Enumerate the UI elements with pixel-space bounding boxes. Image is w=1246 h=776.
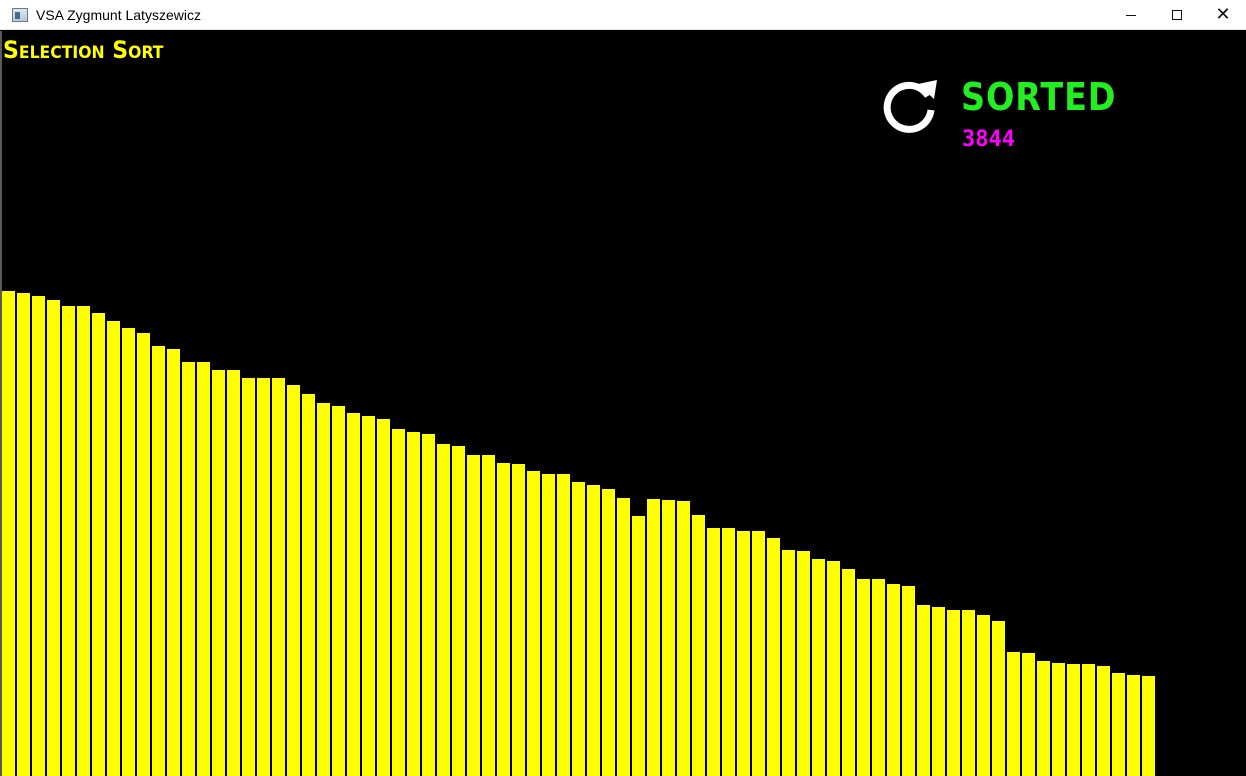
bar	[287, 385, 300, 776]
window-controls: ✕	[1108, 0, 1246, 30]
bar	[272, 378, 285, 776]
bar	[152, 346, 165, 776]
bar	[677, 501, 690, 776]
bar	[707, 528, 720, 776]
bar	[857, 579, 870, 776]
bar	[602, 489, 615, 776]
bar	[992, 621, 1005, 776]
bar	[887, 584, 900, 776]
bar	[782, 550, 795, 776]
bar	[752, 531, 765, 776]
maximize-icon	[1172, 10, 1182, 20]
bar	[767, 538, 780, 776]
bar	[482, 455, 495, 776]
bar	[587, 485, 600, 776]
bar	[212, 370, 225, 776]
bar	[977, 615, 990, 776]
bar	[1022, 653, 1035, 776]
bar	[527, 471, 540, 776]
bar	[437, 444, 450, 776]
bar	[302, 394, 315, 776]
bar	[422, 434, 435, 776]
bar	[1037, 661, 1050, 776]
bar	[902, 586, 915, 776]
bar	[962, 610, 975, 776]
sort-status: SORTED	[961, 75, 1117, 119]
minimize-icon	[1126, 14, 1136, 16]
bar	[332, 406, 345, 776]
bar	[2, 291, 15, 776]
window-titlebar: VSA Zygmunt Latyszewicz ✕	[0, 0, 1246, 30]
bar	[632, 516, 645, 776]
close-icon: ✕	[1215, 4, 1231, 25]
close-button[interactable]: ✕	[1200, 0, 1246, 30]
refresh-icon	[883, 80, 937, 133]
bar	[692, 515, 705, 776]
bar	[647, 499, 660, 776]
bar	[542, 474, 555, 776]
bar	[1007, 652, 1020, 776]
bar	[872, 579, 885, 776]
bar	[1127, 675, 1140, 776]
bar	[1142, 676, 1155, 776]
bar	[182, 362, 195, 776]
bar	[392, 429, 405, 776]
bar	[167, 349, 180, 776]
bar	[92, 313, 105, 776]
algorithm-title: Selection Sort	[3, 36, 164, 64]
bar	[1067, 664, 1080, 776]
bar	[77, 306, 90, 776]
bar	[227, 370, 240, 776]
bar	[1112, 673, 1125, 776]
visualizer-canvas: Selection Sort SORTED 3844	[0, 31, 1246, 776]
bar	[47, 300, 60, 776]
bar	[512, 464, 525, 776]
bar	[827, 561, 840, 776]
reset-button[interactable]	[880, 72, 942, 134]
bar	[1097, 666, 1110, 776]
bar	[842, 569, 855, 776]
bar	[737, 531, 750, 776]
bar	[317, 403, 330, 776]
operation-counter: 3844	[962, 127, 1015, 152]
bar	[407, 432, 420, 776]
bar	[242, 378, 255, 776]
maximize-button[interactable]	[1154, 0, 1200, 30]
bar	[122, 328, 135, 776]
app-window-icon	[12, 7, 28, 22]
bar	[1082, 664, 1095, 776]
bar	[947, 610, 960, 776]
bar	[32, 296, 45, 776]
bar	[197, 362, 210, 776]
bar-chart	[2, 291, 1155, 776]
bar	[617, 498, 630, 776]
bar	[1052, 663, 1065, 776]
bar	[17, 293, 30, 776]
bar	[62, 306, 75, 776]
bar	[557, 474, 570, 776]
bar	[662, 500, 675, 776]
bar	[452, 446, 465, 776]
bar	[932, 607, 945, 776]
bar	[812, 559, 825, 776]
minimize-button[interactable]	[1108, 0, 1154, 30]
bar	[362, 416, 375, 776]
window-title: VSA Zygmunt Latyszewicz	[36, 6, 201, 23]
bar	[797, 551, 810, 776]
bar	[257, 378, 270, 776]
bar	[377, 419, 390, 776]
bar	[917, 605, 930, 776]
bar	[467, 455, 480, 776]
bar	[137, 333, 150, 776]
bar	[572, 482, 585, 776]
bar	[497, 463, 510, 776]
bar	[347, 413, 360, 776]
bar	[722, 528, 735, 776]
bar	[107, 321, 120, 776]
